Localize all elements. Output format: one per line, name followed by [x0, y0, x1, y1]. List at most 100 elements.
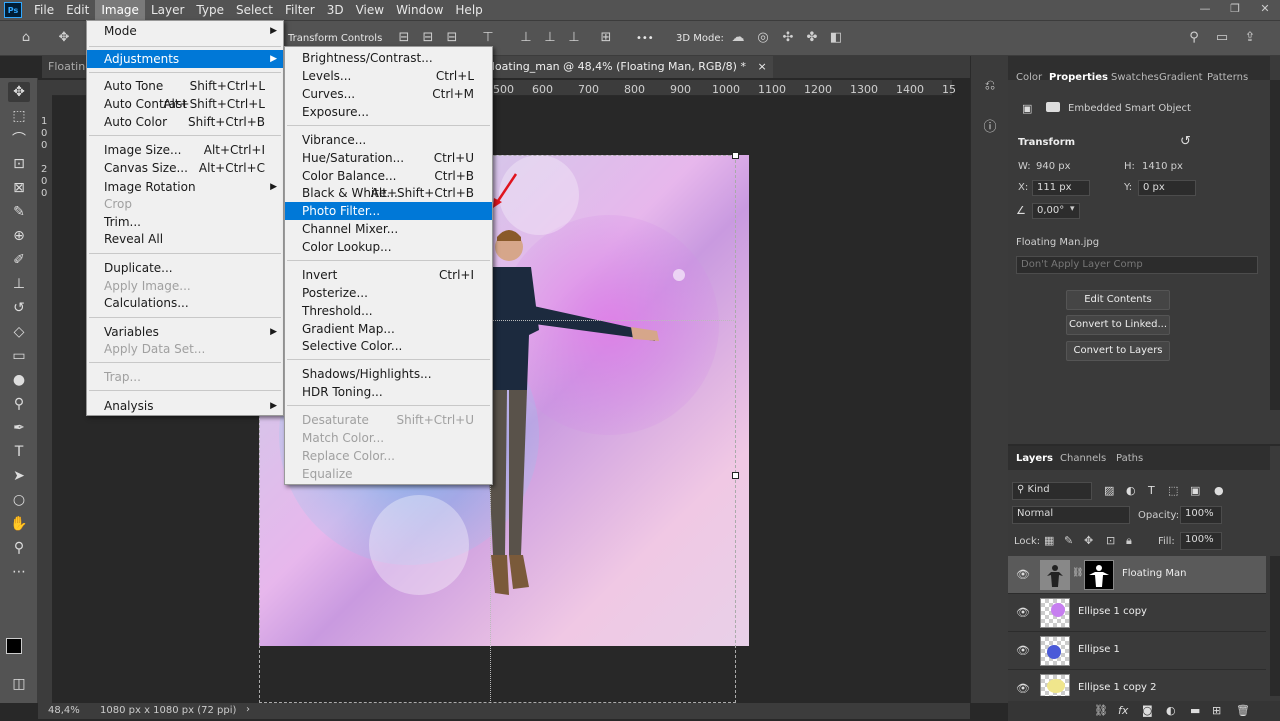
new-layer-icon[interactable]: ⊞: [1212, 704, 1221, 717]
menu-item-color-balance[interactable]: Color Balance... Ctrl+B: [285, 167, 492, 185]
filter-adjustment-icon[interactable]: ◐: [1126, 484, 1136, 497]
height-value[interactable]: 1410 px: [1142, 161, 1183, 172]
menu-item-selective-color[interactable]: Selective Color...: [285, 337, 492, 355]
menu-item-exposure[interactable]: Exposure...: [285, 103, 492, 121]
layer-comp-select[interactable]: Don't Apply Layer Comp: [1016, 256, 1258, 274]
status-arrow-icon[interactable]: ›: [246, 704, 250, 715]
menu-edit[interactable]: Edit: [60, 0, 95, 20]
menu-item-photo-filter[interactable]: Photo Filter...: [285, 202, 492, 220]
3d-roll-icon[interactable]: ◎: [755, 30, 771, 46]
menu-item-apply-data-set[interactable]: Apply Data Set...: [87, 340, 283, 358]
healing-tool-icon[interactable]: ⊕: [8, 226, 30, 246]
tab-layers[interactable]: Layers: [1016, 453, 1053, 464]
menu-item-hue-saturation[interactable]: Hue/Saturation... Ctrl+U: [285, 149, 492, 167]
adjustment-icon[interactable]: ◐: [1166, 704, 1176, 717]
align-right-icon[interactable]: ⊟: [444, 30, 460, 46]
menu-view[interactable]: View: [350, 0, 390, 20]
lock-transparent-icon[interactable]: ▦: [1044, 534, 1054, 547]
hand-tool-icon[interactable]: ✋: [8, 514, 30, 534]
layer-name[interactable]: Ellipse 1: [1078, 644, 1120, 655]
menu-item-posterize[interactable]: Posterize...: [285, 284, 492, 302]
tab-channels[interactable]: Channels: [1060, 453, 1106, 464]
tab-properties[interactable]: Properties: [1049, 72, 1108, 83]
menu-item-apply-image[interactable]: Apply Image...: [87, 277, 283, 295]
filter-smart-icon[interactable]: ▣: [1190, 484, 1200, 497]
layer-ellipse-1-copy-2[interactable]: 👁︎ Ellipse 1 copy 2: [1008, 670, 1266, 696]
mask-icon[interactable]: ◙: [1142, 704, 1153, 717]
tab-paths[interactable]: Paths: [1116, 453, 1143, 464]
type-tool-icon[interactable]: T: [8, 442, 30, 462]
lasso-tool-icon[interactable]: ⌒: [8, 130, 30, 150]
lock-pixels-icon[interactable]: ✎: [1064, 534, 1073, 547]
menu-item-shadows-highlights[interactable]: Shadows/Highlights...: [285, 365, 492, 383]
menu-item-duplicate[interactable]: Duplicate...: [87, 259, 283, 277]
lock-artboard-icon[interactable]: ⊡: [1106, 534, 1115, 547]
menu-item-curves[interactable]: Curves... Ctrl+M: [285, 85, 492, 103]
menu-item-equalize[interactable]: Equalize: [285, 465, 492, 483]
menu-item-trap[interactable]: Trap...: [87, 368, 283, 386]
info-panel-icon[interactable]: ⓘ: [981, 116, 999, 135]
opacity-input[interactable]: 100%: [1180, 506, 1222, 524]
menu-item-invert[interactable]: Invert Ctrl+I: [285, 266, 492, 284]
marquee-tool-icon[interactable]: ⬚: [8, 106, 30, 126]
menu-item-auto-color[interactable]: Auto Color Shift+Ctrl+B: [87, 113, 283, 131]
menu-filter[interactable]: Filter: [279, 0, 321, 20]
more-tools-icon[interactable]: ⋯: [8, 562, 30, 582]
tab-gradient[interactable]: Gradient: [1159, 72, 1203, 83]
distribute-top-icon[interactable]: ⊥: [518, 30, 534, 46]
menu-item-mode[interactable]: Mode ▶: [87, 22, 283, 40]
menu-item-hdr-toning[interactable]: HDR Toning...: [285, 383, 492, 401]
menu-file[interactable]: File: [28, 0, 60, 20]
align-top-icon[interactable]: ⊤: [480, 30, 496, 46]
layer-ellipse-1-copy[interactable]: 👁︎ Ellipse 1 copy: [1008, 594, 1266, 632]
menu-select[interactable]: Select: [230, 0, 279, 20]
share-icon[interactable]: ⇪: [1242, 30, 1258, 46]
filter-shape-icon[interactable]: ⬚: [1168, 484, 1178, 497]
mask-link-icon[interactable]: ⛓︎: [1072, 568, 1083, 578]
transform-handle[interactable]: [732, 152, 739, 159]
menu-item-color-lookup[interactable]: Color Lookup...: [285, 238, 492, 256]
visibility-eye-icon[interactable]: 👁︎: [1016, 682, 1030, 695]
layer-name[interactable]: Floating Man: [1122, 568, 1186, 579]
align-center-icon[interactable]: ⊟: [420, 30, 436, 46]
menu-item-trim[interactable]: Trim...: [87, 213, 283, 231]
home-icon[interactable]: ⌂: [18, 30, 34, 46]
tab-floating-man[interactable]: floating_man @ 48,4% (Floating Man, RGB/…: [482, 56, 773, 78]
3d-orbit-icon[interactable]: ☁: [730, 30, 746, 46]
layer-name[interactable]: Ellipse 1 copy 2: [1078, 682, 1157, 693]
visibility-eye-icon[interactable]: 👁︎: [1016, 644, 1030, 657]
zoom-level[interactable]: 48,4%: [48, 705, 80, 716]
menu-item-analysis[interactable]: Analysis ▶: [87, 397, 283, 415]
lock-all-icon[interactable]: 🔒︎: [1126, 534, 1132, 548]
menu-item-replace-color[interactable]: Replace Color...: [285, 447, 492, 465]
menu-item-variables[interactable]: Variables ▶: [87, 323, 283, 341]
menu-type[interactable]: Type: [190, 0, 230, 20]
gradient-tool-icon[interactable]: ▭: [8, 346, 30, 366]
edit-contents-button[interactable]: Edit Contents: [1066, 290, 1170, 310]
distribute-middle-icon[interactable]: ⊥: [542, 30, 558, 46]
eraser-tool-icon[interactable]: ◇: [8, 322, 30, 342]
menu-3d[interactable]: 3D: [321, 0, 350, 20]
dodge-tool-icon[interactable]: ⚲: [8, 394, 30, 414]
zoom-tool-icon[interactable]: ⚲: [8, 538, 30, 558]
menu-item-desaturate[interactable]: Desaturate Shift+Ctrl+U: [285, 411, 492, 429]
3d-scale-icon[interactable]: ◧: [828, 30, 844, 46]
layer-name[interactable]: Ellipse 1 copy: [1078, 606, 1147, 617]
menu-item-match-color[interactable]: Match Color...: [285, 429, 492, 447]
menu-item-image-rotation[interactable]: Image Rotation ▶: [87, 178, 283, 196]
layer-floating-man[interactable]: 👁︎ ⛓︎ Floating Man: [1008, 556, 1266, 594]
visibility-eye-icon[interactable]: 👁︎: [1016, 606, 1030, 619]
menu-item-channel-mixer[interactable]: Channel Mixer...: [285, 220, 492, 238]
crop-tool-icon[interactable]: ⊡: [8, 154, 30, 174]
fx-icon[interactable]: fx: [1118, 704, 1128, 717]
fill-input[interactable]: 100%: [1180, 532, 1222, 550]
3d-pan-icon[interactable]: ✣: [780, 30, 796, 46]
restore-button[interactable]: ❐: [1220, 0, 1250, 20]
menu-item-vibrance[interactable]: Vibrance...: [285, 131, 492, 149]
link-icon[interactable]: ⛓︎: [1094, 704, 1108, 717]
reset-transform-icon[interactable]: ↺: [1180, 134, 1191, 149]
menu-item-threshold[interactable]: Threshold...: [285, 302, 492, 320]
tab-patterns[interactable]: Patterns: [1207, 72, 1248, 83]
tab-close-icon[interactable]: ×: [757, 60, 766, 73]
tab-swatches[interactable]: Swatches: [1111, 72, 1159, 83]
